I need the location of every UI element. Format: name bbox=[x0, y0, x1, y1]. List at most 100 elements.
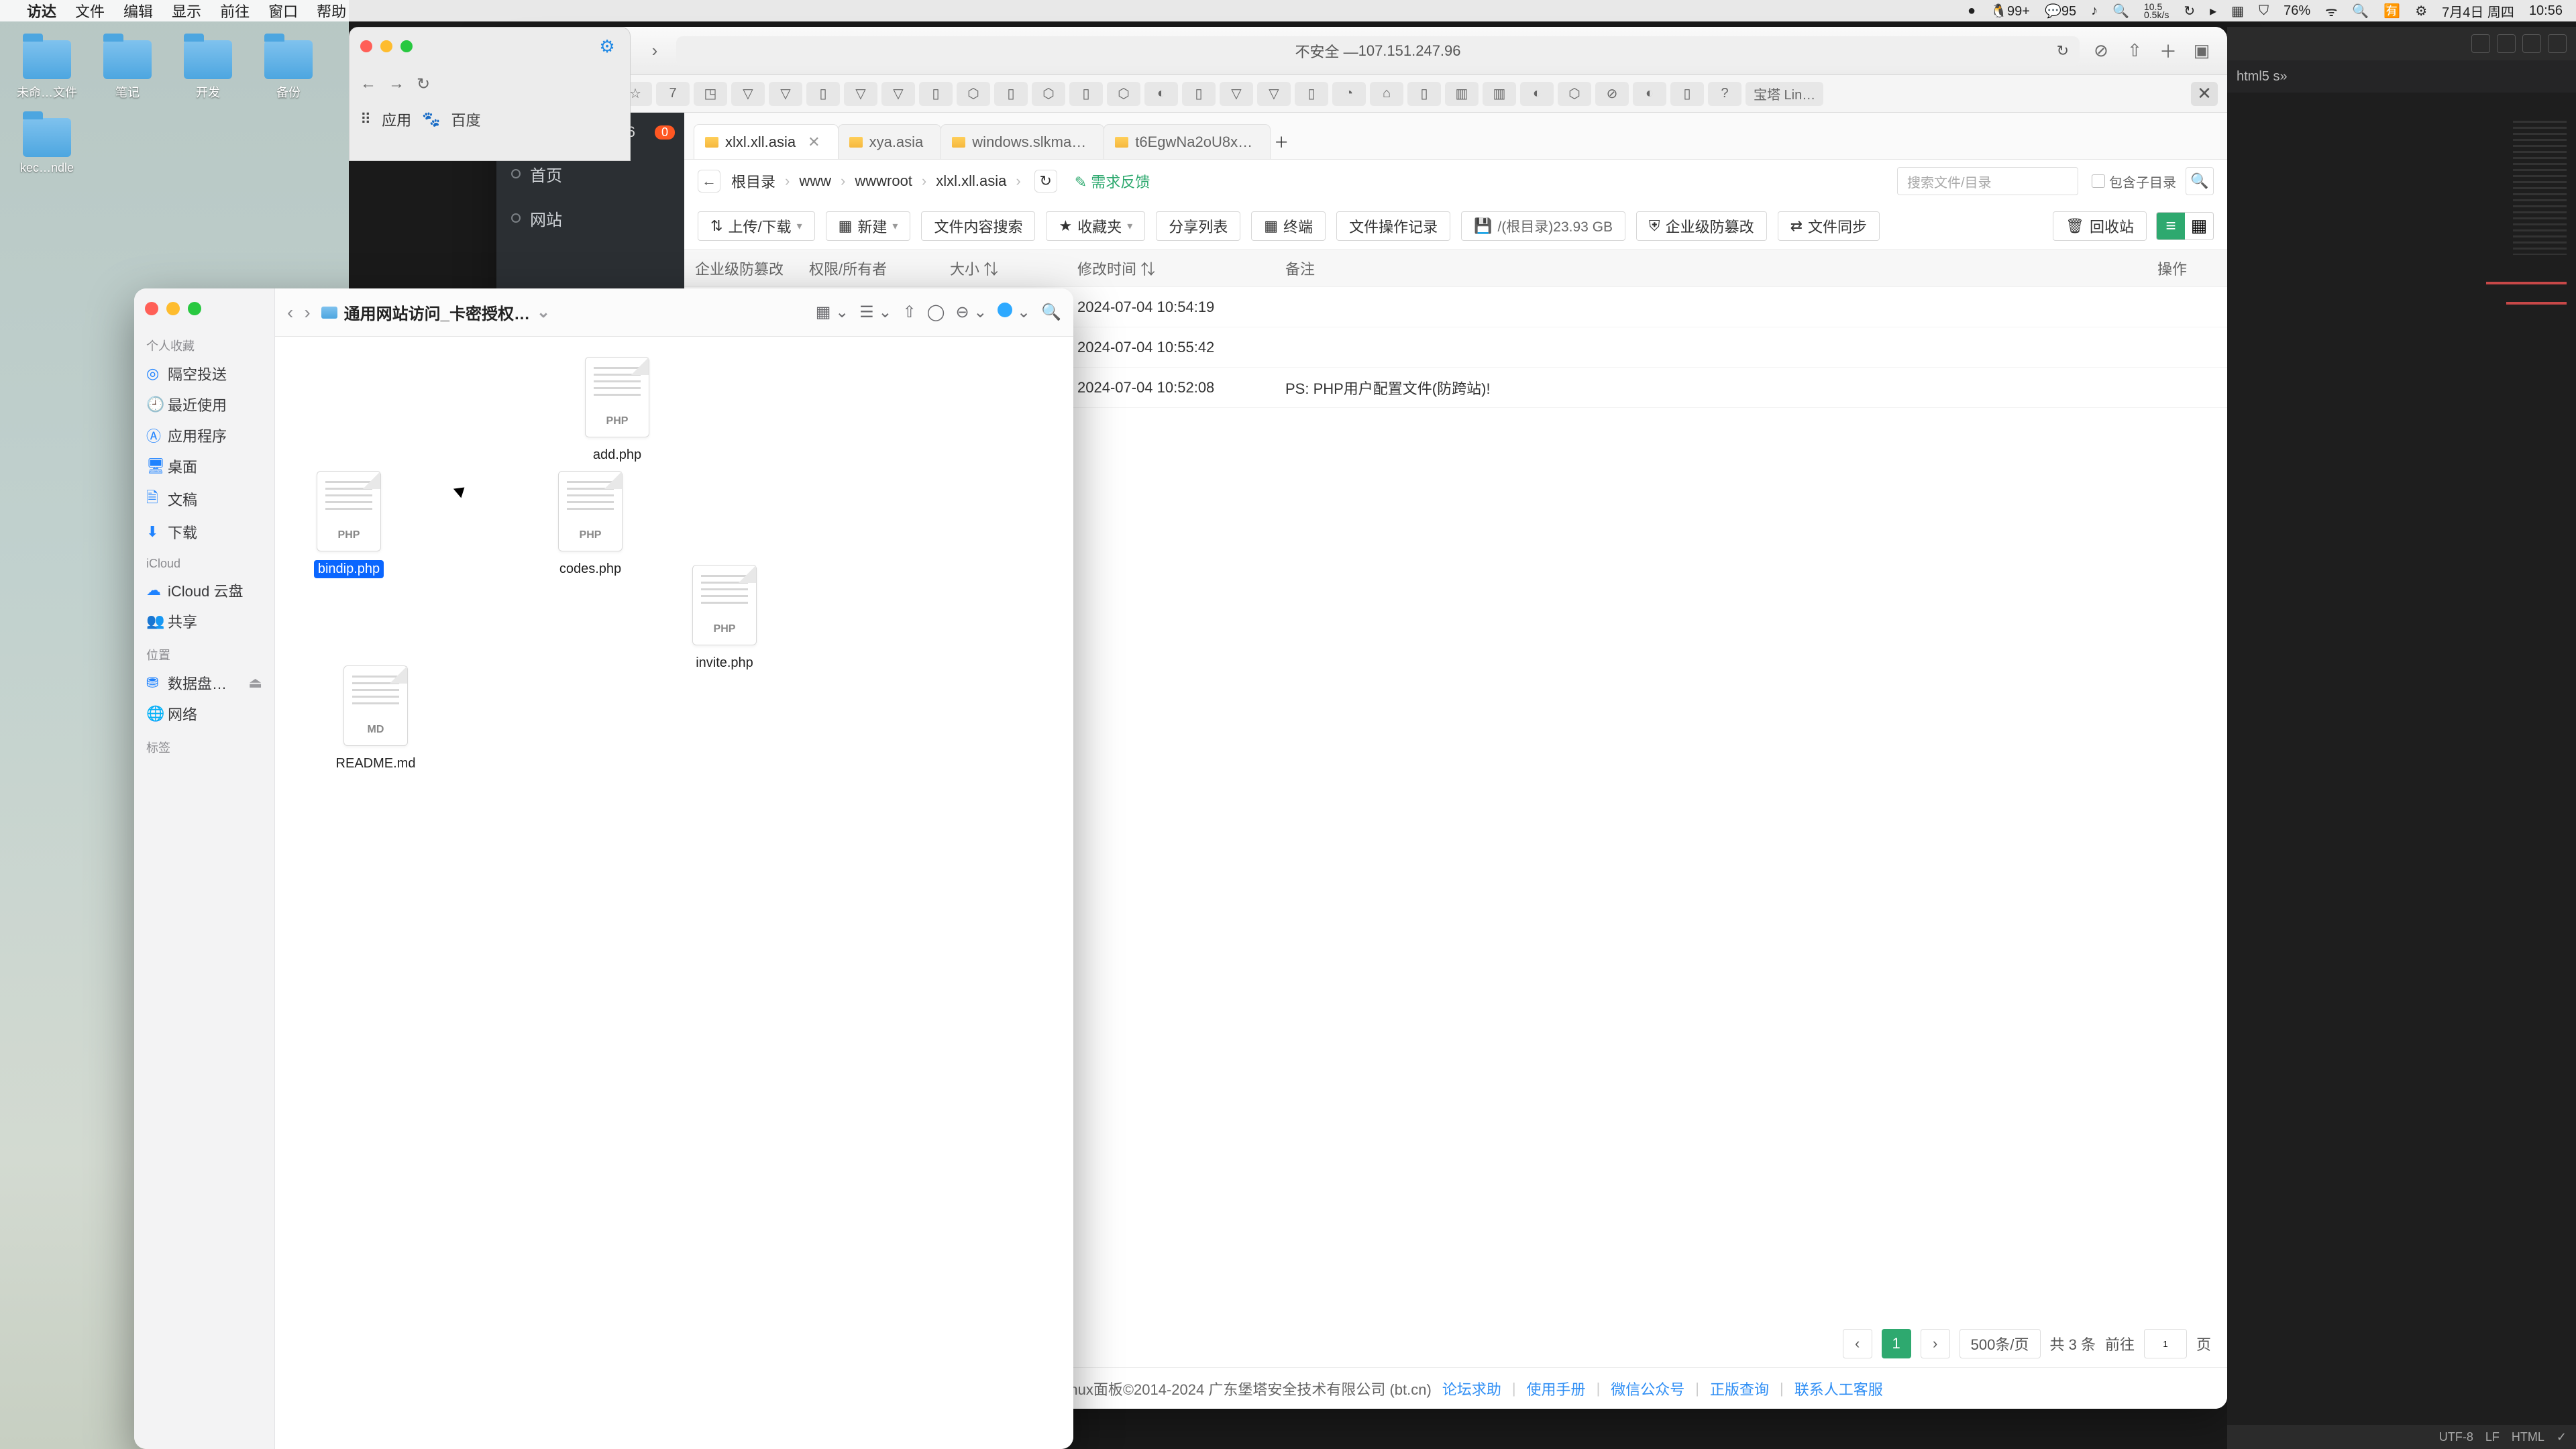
bookmark-item[interactable]: ⊘ bbox=[1595, 82, 1629, 106]
file-item-selected[interactable]: PHP bindip.php bbox=[302, 471, 396, 578]
protect-button[interactable]: ⛨ 企业级防篡改 bbox=[1636, 211, 1767, 241]
bookmark-item[interactable]: ▽ bbox=[769, 82, 802, 106]
footer-link[interactable]: 微信公众号 bbox=[1611, 1378, 1684, 1399]
status-play-icon[interactable]: ▸ bbox=[2210, 3, 2216, 19]
status-check-icon[interactable]: ✓ bbox=[2557, 1430, 2567, 1444]
bookmark-item[interactable]: ? bbox=[1708, 82, 1741, 106]
bookmark-item[interactable]: ⬡ bbox=[957, 82, 990, 106]
gear-icon[interactable]: ⚙ bbox=[591, 28, 623, 65]
status-ime-icon[interactable]: 🈶 bbox=[2383, 3, 2400, 19]
bt-file-tab[interactable]: xlxl.xll.asia✕ bbox=[694, 124, 839, 159]
menubar-item[interactable]: 编辑 bbox=[123, 0, 153, 21]
search-go-button[interactable]: 🔍 bbox=[2186, 167, 2214, 195]
status-battery[interactable]: 76% bbox=[2284, 3, 2310, 19]
layout-icon[interactable] bbox=[2497, 34, 2516, 53]
status-lang[interactable]: HTML bbox=[2512, 1430, 2544, 1444]
footer-link[interactable]: 论坛求助 bbox=[1442, 1378, 1501, 1399]
forward-button[interactable]: › bbox=[304, 302, 310, 323]
feedback-link[interactable]: ✎ 需求反馈 bbox=[1075, 170, 1150, 192]
status-control-center-icon[interactable]: ⚙ bbox=[2415, 3, 2427, 19]
pager-next[interactable]: › bbox=[1921, 1329, 1950, 1358]
status-app-icon[interactable]: ▦ bbox=[2231, 3, 2244, 19]
bookmark-item[interactable]: ⌂ bbox=[1370, 82, 1403, 106]
bookmark-item[interactable]: ▽ bbox=[844, 82, 877, 106]
zoom-window-icon[interactable] bbox=[400, 40, 413, 52]
bookmark-item[interactable]: ▯ bbox=[994, 82, 1028, 106]
disk-space[interactable]: 💾 /(根目录)23.93 GB bbox=[1461, 211, 1625, 241]
bookmark-item[interactable]: ▯ bbox=[1407, 82, 1441, 106]
editor-minimap[interactable] bbox=[2513, 121, 2567, 255]
layout-icon[interactable] bbox=[2522, 34, 2541, 53]
bookmark-item[interactable]: ▽ bbox=[731, 82, 765, 106]
sidebar-item-documents[interactable]: 🗎文稿 bbox=[134, 482, 274, 517]
apps-label[interactable]: 应用 bbox=[382, 109, 411, 130]
log-button[interactable]: 文件操作记录 bbox=[1336, 211, 1450, 241]
status-sync-icon[interactable]: ↻ bbox=[2184, 3, 2195, 19]
file-item[interactable]: PHP invite.php bbox=[678, 565, 771, 672]
apps-icon[interactable]: ⠿ bbox=[360, 111, 371, 128]
back-icon[interactable]: ← bbox=[360, 74, 376, 93]
sidebar-item-icloud[interactable]: ☁iCloud 云盘 bbox=[134, 575, 274, 606]
trash-button[interactable]: 🗑 回收站 bbox=[2053, 211, 2147, 241]
terminal-button[interactable]: ▦ 终端 bbox=[1251, 211, 1326, 241]
status-qq-badge[interactable]: 🐧99+ bbox=[1990, 3, 2030, 19]
page-size-select[interactable]: 500条/页 bbox=[1960, 1329, 2041, 1358]
bookmark-item[interactable]: ⬡ bbox=[1107, 82, 1140, 106]
layout-icon[interactable] bbox=[2548, 34, 2567, 53]
bookmark-item[interactable]: 宝塔 Lin… bbox=[1746, 82, 1823, 106]
search-icon[interactable]: 🔍 bbox=[1041, 303, 1061, 322]
bookmark-item[interactable]: ▯ bbox=[1295, 82, 1328, 106]
status-wechat-badge[interactable]: 💬95 bbox=[2045, 3, 2076, 19]
layout-icon[interactable] bbox=[2471, 34, 2490, 53]
status-shield-icon[interactable]: ⛉ bbox=[2259, 3, 2269, 19]
status-wifi-icon[interactable]: ᯤ bbox=[2325, 2, 2337, 20]
finder-title[interactable]: 通用网站访问_卡密授权… ⌄ bbox=[321, 301, 550, 324]
sidebar-item-volume[interactable]: ⛃数据盘…⏏ bbox=[134, 667, 274, 698]
add-tab-button[interactable]: ＋ bbox=[1270, 124, 1299, 159]
col-protect[interactable]: 企业级防篡改 bbox=[684, 258, 798, 279]
bookmark-github-icon[interactable]: ◔ bbox=[1332, 82, 1366, 106]
menubar-item[interactable]: 前往 bbox=[220, 0, 250, 21]
bookmark-item[interactable]: ▽ bbox=[1220, 82, 1253, 106]
bookmark-item[interactable]: ▯ bbox=[919, 82, 953, 106]
include-subdir-checkbox[interactable]: 包含子目录 bbox=[2092, 172, 2176, 191]
close-bookmarks-icon[interactable]: ✕ bbox=[2191, 82, 2218, 106]
minimize-window-icon[interactable] bbox=[380, 40, 392, 52]
bulk-button[interactable]: 文件内容搜索 bbox=[921, 211, 1035, 241]
baidu-label[interactable]: 百度 bbox=[451, 109, 481, 130]
status-spotlight-icon[interactable]: 🔍 bbox=[2352, 3, 2369, 19]
share-icon[interactable]: ⇧ bbox=[2123, 40, 2147, 62]
eject-icon[interactable]: ⏏ bbox=[248, 674, 262, 692]
pager-page[interactable]: 1 bbox=[1882, 1329, 1911, 1358]
minimize-window-icon[interactable] bbox=[166, 302, 180, 315]
sidebar-item-recents[interactable]: 🕘最近使用 bbox=[134, 389, 274, 420]
back-button[interactable]: ← bbox=[698, 170, 720, 193]
sidebar-item-apps[interactable]: Ⓐ应用程序 bbox=[134, 420, 274, 451]
menubar-item[interactable]: 帮助 bbox=[317, 0, 346, 21]
menubar-item[interactable]: 窗口 bbox=[268, 0, 298, 21]
bookmark-item[interactable]: ▥ bbox=[1445, 82, 1479, 106]
file-item[interactable]: MD README.md bbox=[329, 665, 423, 773]
editor-tab[interactable]: html5 s» bbox=[2227, 60, 2576, 93]
status-tiktok-icon[interactable]: ♪ bbox=[2091, 3, 2098, 19]
footer-link[interactable]: 使用手册 bbox=[1527, 1378, 1586, 1399]
share-button[interactable]: 分享列表 bbox=[1156, 211, 1240, 241]
sidebar-item-desktop[interactable]: 🖥桌面 bbox=[134, 451, 274, 482]
forward-button[interactable]: › bbox=[643, 40, 667, 62]
code-editor-window[interactable]: html5 s» UTF-8 LF HTML ✓ bbox=[2227, 27, 2576, 1449]
bookmark-item[interactable]: ▯ bbox=[1182, 82, 1216, 106]
col-mtime[interactable]: 修改时间 ⇅ bbox=[1067, 258, 1275, 279]
bt-file-tab[interactable]: windows.slkma… bbox=[941, 124, 1104, 159]
bookmark-item[interactable]: 7 bbox=[656, 82, 690, 106]
bookmark-item[interactable]: ▽ bbox=[1257, 82, 1291, 106]
file-item[interactable]: PHP add.php bbox=[570, 357, 664, 464]
bookmark-item[interactable]: ◐ bbox=[1144, 82, 1178, 106]
status-encoding[interactable]: UTF-8 bbox=[2439, 1430, 2473, 1444]
close-window-icon[interactable] bbox=[360, 40, 372, 52]
bookmark-item[interactable]: ◳ bbox=[694, 82, 727, 106]
back-button[interactable]: ‹ bbox=[287, 302, 293, 323]
menubar-item[interactable]: 显示 bbox=[172, 0, 201, 21]
close-window-icon[interactable] bbox=[145, 302, 158, 315]
col-note[interactable]: 备注 bbox=[1275, 258, 2147, 279]
bt-file-tab[interactable]: xya.asia bbox=[838, 124, 942, 159]
